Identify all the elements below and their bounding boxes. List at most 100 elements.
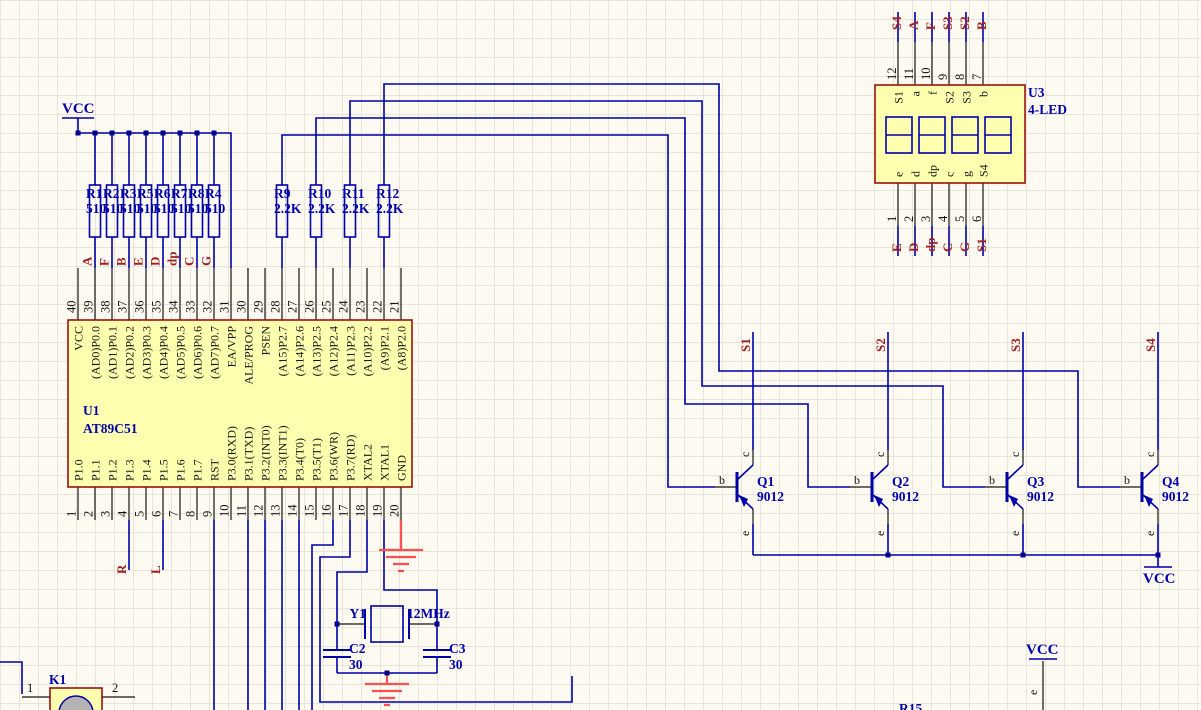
button-k1[interactable] xyxy=(50,688,102,710)
u3-ref: U3 xyxy=(1028,85,1045,100)
base-pin-label-1: b xyxy=(719,473,725,487)
u1-bottom-pin-number-5: 5 xyxy=(133,511,147,517)
pullup-ref-3: R3 xyxy=(120,186,137,201)
pullup-ref-8: R4 xyxy=(205,186,222,201)
base-resistor-value-1: 2.2K xyxy=(274,201,302,216)
select-net-labels: S1 S2 S3 S4 xyxy=(738,338,1158,352)
pullup-ref-7: R8 xyxy=(188,186,205,201)
select-net-label-3: S3 xyxy=(1008,338,1023,352)
select-net-label-2: S2 xyxy=(873,338,888,352)
u1-bottom-pin-number-6: 6 xyxy=(150,511,164,517)
u3-bottom-pin-numbers: 123456 xyxy=(885,215,984,222)
capacitor-c3[interactable] xyxy=(423,650,451,657)
capacitor-c2[interactable] xyxy=(323,650,351,657)
transistor-q4[interactable] xyxy=(1142,465,1158,509)
segment-net-label-6: dp xyxy=(165,252,180,266)
collector-pin-label-3: c xyxy=(1008,452,1022,457)
select-net-label-4: S4 xyxy=(1143,338,1158,352)
segment-net-label-4: E xyxy=(131,257,146,266)
base-pin-label-3: b xyxy=(989,473,995,487)
u1-bottom-pin-number-15: 15 xyxy=(303,505,317,518)
u1-top-pin-number-17: 24 xyxy=(337,300,351,313)
pullup-ref-5: R6 xyxy=(154,186,171,201)
u1-top-pin-name-19: (A9)P2.1 xyxy=(378,326,392,370)
base-resistor-ref-1: R9 xyxy=(274,186,291,201)
capacitor-values: 30 30 xyxy=(349,657,463,672)
transistor-value-2: 9012 xyxy=(892,489,919,504)
crystal-value: 12MHz xyxy=(407,606,450,621)
u1-bottom-pin-name-12: P3.2(INT0) xyxy=(259,425,273,481)
u3-bottom-pin-name-3: dp xyxy=(926,165,940,177)
u3-part: 4-LED xyxy=(1028,102,1067,117)
u1-bottom-pin-number-1: 1 xyxy=(65,511,79,517)
capacitor-value-2: 30 xyxy=(449,657,463,672)
u1-bottom-pin-numbers: 1234567891011121314151617181920 xyxy=(65,504,402,517)
u1-top-pin-number-3: 38 xyxy=(99,301,113,314)
k1-pin-number-2: 2 xyxy=(112,681,118,695)
emitter-pin-label-3: e xyxy=(1008,531,1022,536)
transistor-q2[interactable] xyxy=(872,465,888,509)
transistor-value-3: 9012 xyxy=(1027,489,1054,504)
u1-bottom-pin-name-14: P3.4(T0) xyxy=(293,438,307,481)
transistor-ref-1: Q1 xyxy=(757,474,775,489)
u1-top-pin-number-12: 29 xyxy=(252,301,266,314)
u3-top-pin-name-2: a xyxy=(909,90,923,96)
u1-top-pin-number-4: 37 xyxy=(116,301,130,314)
u1-top-pin-name-7: (AD5)P0.5 xyxy=(174,326,188,379)
u1-bottom-pin-name-11: P3.1(TXD) xyxy=(242,427,256,481)
u1-top-pin-number-2: 39 xyxy=(82,301,96,314)
u3-top-nets: S4AFS3S2B xyxy=(889,16,989,30)
base-resistor-value-2: 2.2K xyxy=(308,201,336,216)
u1-top-pin-name-8: (AD6)P0.6 xyxy=(191,326,205,379)
u1-bottom-pin-number-11: 11 xyxy=(235,505,249,517)
pullup-ref-4: R5 xyxy=(137,186,154,201)
u1-top-pin-name-18: (A10)P2.2 xyxy=(361,326,375,376)
collector-pin-label-4: c xyxy=(1143,452,1157,457)
u3-top-net-4: S3 xyxy=(940,16,955,30)
u1-top-pin-number-8: 33 xyxy=(184,301,198,314)
u1-top-pin-name-13: (A15)P2.7 xyxy=(276,326,290,376)
u3-bottom-net-1: E xyxy=(889,243,904,252)
u1-top-pin-name-20: (A8)P2.0 xyxy=(395,326,409,370)
base-resistor-value-4: 2.2K xyxy=(376,201,404,216)
u1-top-pin-name-11: ALE/PROG xyxy=(242,326,256,385)
u3-bottom-pin-name-5: g xyxy=(960,171,974,177)
u1-top-pin-name-12: PSEN xyxy=(259,326,273,356)
base-pin-label-2: b xyxy=(854,473,860,487)
u1-top-pin-number-20: 21 xyxy=(388,301,402,314)
transistor-q3[interactable] xyxy=(1007,465,1023,509)
u1-bottom-pin-number-16: 16 xyxy=(320,505,334,518)
u3-bottom-pin-number-2: 2 xyxy=(902,216,916,222)
select-net-label-1: S1 xyxy=(738,338,753,352)
u3-top-pin-number-2: 11 xyxy=(902,68,916,80)
pullup-values: 510510510510510510510510 xyxy=(86,201,226,216)
u1-top-pin-name-15: (A13)P2.5 xyxy=(310,326,324,376)
u3-top-net-6: B xyxy=(974,21,989,30)
segment-net-label-2: F xyxy=(97,258,112,266)
u1-top-pin-name-2: (AD0)P0.0 xyxy=(89,326,103,379)
transistor-q1[interactable] xyxy=(737,465,753,509)
crystal-y1[interactable] xyxy=(365,606,409,642)
u3-bottom-nets: EDdpCGS1 xyxy=(889,238,989,252)
u3-top-net-3: F xyxy=(923,22,938,30)
u3-top-pin-name-3: f xyxy=(926,91,940,95)
vcc-port-label-top: VCC xyxy=(62,101,95,117)
emitter-pin-label-4: e xyxy=(1143,531,1157,536)
u1-bottom-pin-name-9: RST xyxy=(208,458,222,481)
segment-net-label-8: G xyxy=(199,256,214,266)
u1-bottom-pin-number-14: 14 xyxy=(286,504,300,517)
capacitor-value-1: 30 xyxy=(349,657,363,672)
ground-symbol-caps xyxy=(365,673,409,705)
segment-net-label-5: D xyxy=(148,257,163,266)
segment-net-label-7: C xyxy=(182,257,197,266)
u1-bottom-pin-number-18: 18 xyxy=(354,505,368,518)
u3-top-pin-numbers: 121110987 xyxy=(885,68,984,81)
u1-bottom-pin-name-13: P3.3(INT1) xyxy=(276,425,290,481)
vcc-port-label-bottom: VCC xyxy=(1026,642,1059,658)
capacitor-ref-1: C2 xyxy=(349,641,366,656)
transistor-value-1: 9012 xyxy=(757,489,784,504)
transistor-value-4: 9012 xyxy=(1162,489,1189,504)
u1-top-pin-number-11: 30 xyxy=(235,301,249,314)
base-resistor-ref-4: R12 xyxy=(376,186,399,201)
u1-bottom-pin-name-7: P1.6 xyxy=(174,459,188,481)
